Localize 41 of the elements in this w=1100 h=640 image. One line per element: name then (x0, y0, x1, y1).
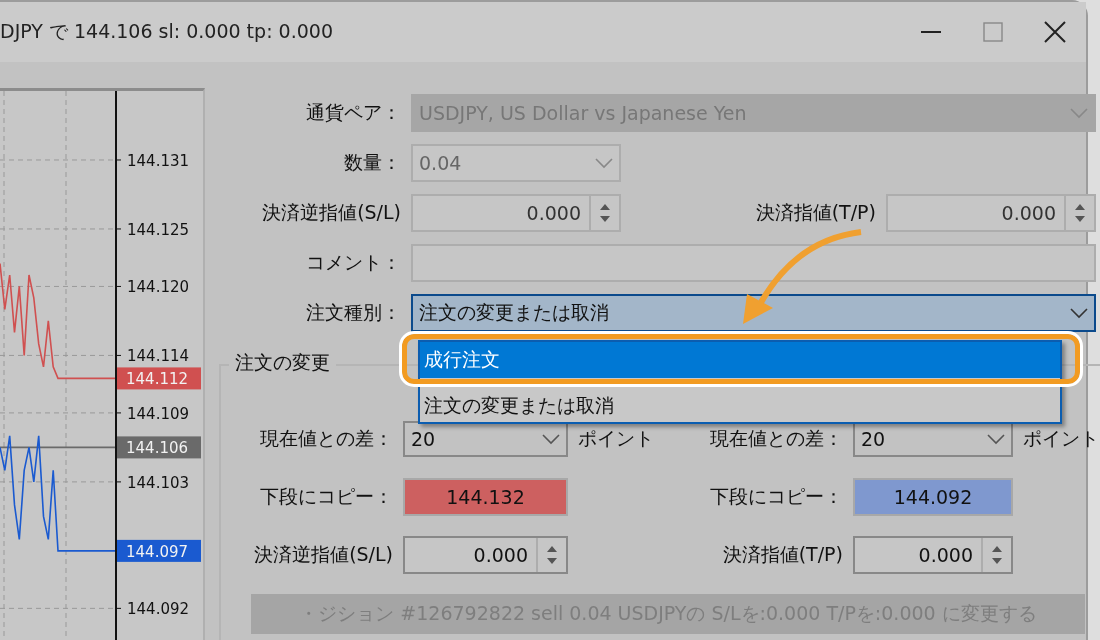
chevron-icon (542, 433, 560, 445)
chevron-icon (595, 157, 613, 169)
field-label: 決済逆指値(S/L) (261, 200, 401, 225)
price-tag: 144.106 (117, 436, 201, 459)
axis-tick-label: 144.125 (127, 220, 190, 239)
chevron-icon (1070, 307, 1088, 319)
field-label: 下段にコピー： (709, 484, 843, 509)
field-label: 現在値との差： (259, 426, 393, 451)
axis-tick-label: 144.131 (127, 152, 190, 170)
unit-label: ポイント (1023, 426, 1100, 451)
take-profit-field[interactable]: 0.000 (886, 194, 1096, 232)
copy-button[interactable]: 144.092 (853, 478, 1013, 516)
close-icon[interactable] (1044, 21, 1066, 43)
chevron-icon (1070, 107, 1088, 119)
order-type-dropdown[interactable]: 注文の変更または取消 (411, 294, 1096, 332)
axis-tick-label: 144.092 (127, 600, 190, 619)
comment-field[interactable] (411, 244, 1096, 282)
dropdown-item[interactable]: 成行注文 (420, 342, 1060, 378)
field-label: 注文種別： (305, 300, 401, 325)
field-label: コメント： (305, 250, 401, 275)
price-field[interactable]: 0.000 (403, 536, 568, 574)
chevron-icon (987, 433, 1005, 445)
minimize-icon[interactable] (921, 30, 941, 34)
axis-tick-label: 144.120 (127, 278, 190, 297)
unit-label: ポイント (578, 426, 655, 451)
price-field[interactable]: 0.000 (853, 536, 1013, 574)
field-label: 通貨ペア： (305, 100, 401, 125)
field-label: 決済逆指値(S/L) (253, 542, 393, 567)
field-label: 決済指値(T/P) (754, 200, 876, 225)
price-tag: 144.112 (117, 367, 201, 390)
axis-tick-label: 144.109 (127, 404, 190, 423)
window-title: DJPY で 144.106 sl: 0.000 tp: 0.000 (0, 19, 334, 44)
field-label: 下段にコピー： (259, 484, 393, 509)
price-tag: 144.097 (117, 539, 201, 562)
field-label: 決済指値(T/P) (721, 542, 843, 567)
field-label: 数量： (343, 150, 401, 175)
stop-loss-field[interactable]: 0.000 (411, 194, 621, 232)
copy-button[interactable]: 144.132 (403, 478, 568, 516)
axis-tick-label: 144.103 (127, 473, 190, 492)
axis-tick-label: 144.114 (127, 347, 190, 366)
field-label: 現在値との差： (709, 426, 843, 451)
